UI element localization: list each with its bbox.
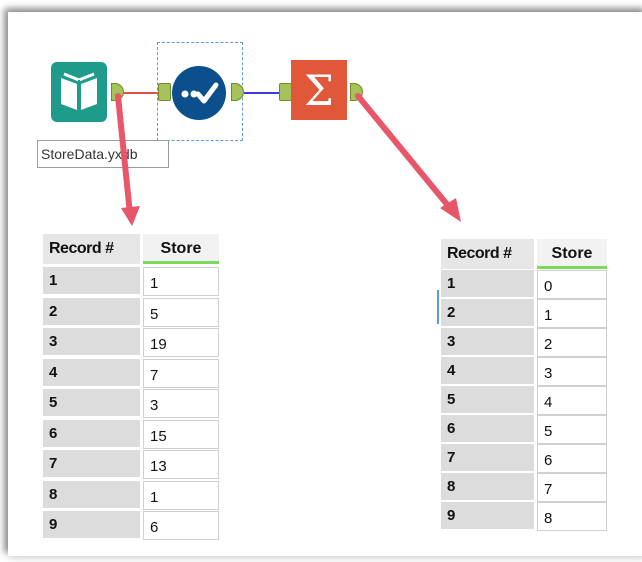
table-row-record[interactable]: 2 <box>43 297 140 327</box>
table-cell-store[interactable]: 5 <box>537 415 607 444</box>
table-cell-store[interactable]: 8 <box>537 502 607 531</box>
table-cell-store[interactable]: 0 <box>537 270 607 299</box>
table-cell-store[interactable]: 2 <box>537 328 607 357</box>
table-row-record[interactable]: 1 <box>43 267 140 296</box>
table-row-record[interactable]: 5 <box>43 389 140 418</box>
table-row-record[interactable]: 3 <box>43 328 140 357</box>
table-row-record[interactable]: 7 <box>43 450 140 479</box>
table-cell-store[interactable]: 7 <box>537 473 607 502</box>
table-row-record[interactable]: 9 <box>43 511 140 540</box>
right-arrow-shaft <box>355 93 453 211</box>
table-row-record[interactable]: 7 <box>441 444 534 473</box>
table-cell-store[interactable]: 1 <box>143 267 219 296</box>
table-cell-store[interactable]: 5 <box>143 297 219 327</box>
left-store-header[interactable]: Store <box>143 234 219 264</box>
table-row-record[interactable]: 3 <box>441 328 534 357</box>
table-cell-store[interactable]: 15 <box>143 419 219 449</box>
table-cell-store[interactable]: 4 <box>537 386 607 415</box>
table-cell-store[interactable]: 7 <box>143 358 219 388</box>
table-row-record[interactable]: 4 <box>441 357 534 386</box>
table-cell-store[interactable]: 3 <box>537 357 607 386</box>
table-row-record[interactable]: 2 <box>441 299 534 328</box>
table-row-record[interactable]: 4 <box>43 358 140 388</box>
table-cell-store[interactable]: 1 <box>143 480 219 510</box>
table-row-record[interactable]: 9 <box>441 502 534 531</box>
table-row-record[interactable]: 6 <box>441 415 534 444</box>
table-row-record[interactable]: 6 <box>43 419 140 449</box>
right-record-header[interactable]: Record # <box>441 239 534 269</box>
table-cell-store[interactable]: 6 <box>537 444 607 473</box>
table-row-record[interactable]: 5 <box>441 386 534 415</box>
table-cell-store[interactable]: 19 <box>143 328 219 357</box>
table-cell-store[interactable]: 3 <box>143 389 219 418</box>
table-cell-store[interactable]: 13 <box>143 450 219 479</box>
table-row-record[interactable]: 8 <box>43 480 140 510</box>
right-store-header[interactable]: Store <box>537 239 607 269</box>
left-arrow-head <box>121 206 140 226</box>
table-row-record[interactable]: 8 <box>441 473 534 502</box>
left-record-header[interactable]: Record # <box>43 234 140 264</box>
left-arrow-shaft <box>115 93 133 217</box>
table-cell-store[interactable]: 6 <box>143 511 219 540</box>
table-cell-store[interactable]: 1 <box>537 299 607 328</box>
text-cursor <box>437 290 439 324</box>
workflow-canvas: Σ StoreData.yxdb Record # Store 1 1 2 5 3 19 4… <box>0 0 642 562</box>
table-row-record[interactable]: 1 <box>441 270 534 299</box>
